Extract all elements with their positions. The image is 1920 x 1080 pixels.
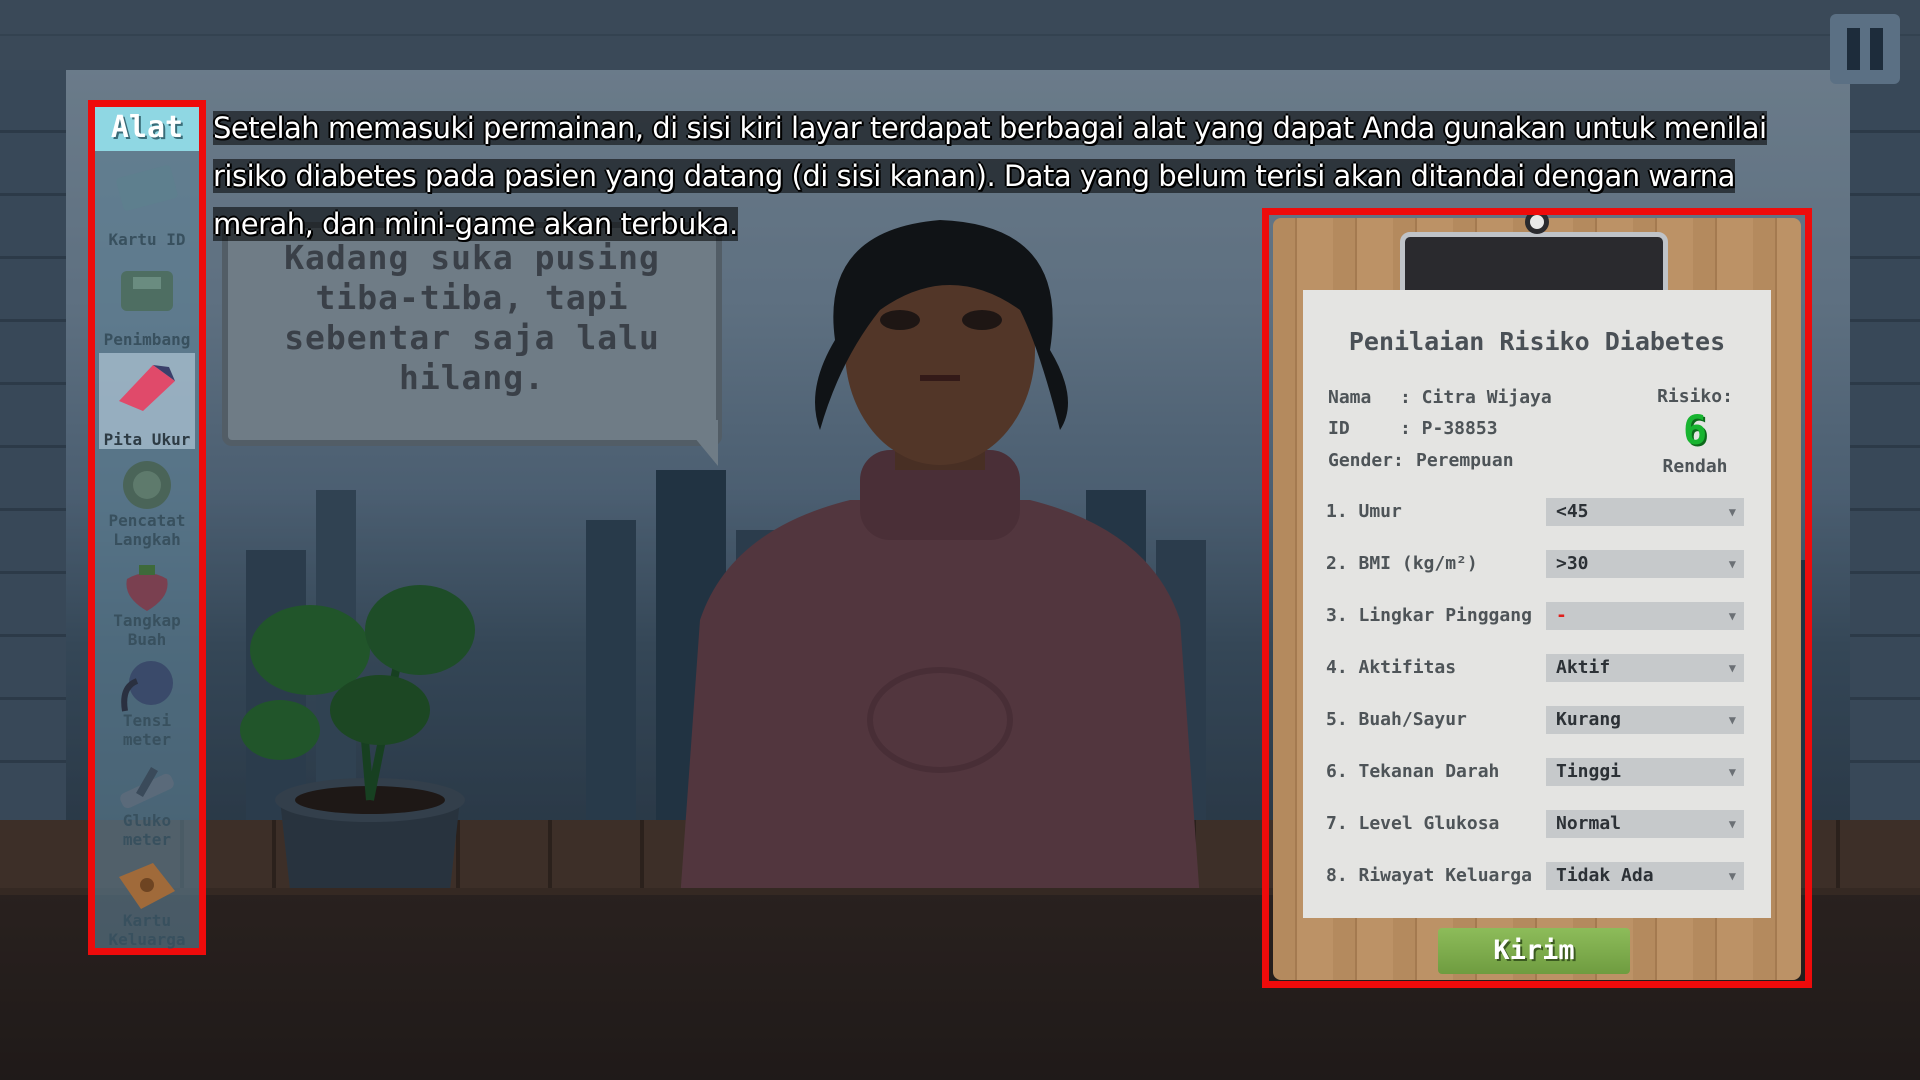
tool-label: Kartu Keluarga bbox=[108, 911, 186, 949]
id-card-icon bbox=[116, 165, 178, 211]
pause-icon-bar bbox=[1870, 28, 1883, 70]
fruit-catch-icon bbox=[126, 565, 168, 611]
tool-pencatat-langkah[interactable]: Pencatat Langkah bbox=[99, 453, 195, 549]
family-card-icon bbox=[119, 863, 175, 909]
pause-icon bbox=[1847, 28, 1860, 70]
tutorial-line: risiko diabetes pada pasien yang datang … bbox=[213, 159, 1735, 193]
tool-kartu-id[interactable]: Kartu ID bbox=[99, 153, 195, 249]
tool-label: Kartu ID bbox=[108, 230, 186, 249]
measuring-tape-icon bbox=[119, 365, 175, 411]
form-highlight-frame bbox=[1262, 208, 1812, 988]
tool-tensimeter[interactable]: Tensi meter bbox=[99, 653, 195, 749]
tutorial-line: merah, dan mini-game akan terbuka. bbox=[213, 207, 738, 241]
scale-icon bbox=[121, 271, 173, 311]
tool-kartu-keluarga[interactable]: Kartu Keluarga bbox=[99, 853, 195, 949]
tool-glukometer[interactable]: Gluko meter bbox=[99, 753, 195, 849]
tool-pita-ukur[interactable]: Pita Ukur bbox=[99, 353, 195, 449]
step-counter-icon bbox=[123, 461, 171, 509]
blood-pressure-icon bbox=[121, 661, 173, 712]
tool-label: Gluko meter bbox=[122, 811, 172, 849]
tool-label: Tangkap Buah bbox=[113, 611, 181, 649]
tool-label: Penimbang bbox=[103, 330, 191, 349]
tool-tangkap-buah[interactable]: Tangkap Buah bbox=[99, 553, 195, 649]
speech-bubble-tail bbox=[680, 420, 718, 466]
tool-penimbang[interactable]: Penimbang bbox=[99, 253, 195, 349]
tutorial-line: Setelah memasuki permainan, di sisi kiri… bbox=[213, 111, 1767, 145]
tool-panel: Alat Kartu ID Penimbang Pita Ukur Pencat… bbox=[88, 100, 206, 955]
tool-label: Pencatat Langkah bbox=[108, 511, 186, 549]
tool-label: Pita Ukur bbox=[103, 430, 191, 449]
tool-label: Tensi meter bbox=[122, 711, 172, 749]
speech-text: Kadang suka pusing tiba-tiba, tapi seben… bbox=[284, 238, 660, 397]
tool-panel-title: Alat bbox=[95, 107, 199, 151]
pause-button[interactable] bbox=[1830, 14, 1900, 84]
glucometer-icon bbox=[120, 767, 174, 809]
